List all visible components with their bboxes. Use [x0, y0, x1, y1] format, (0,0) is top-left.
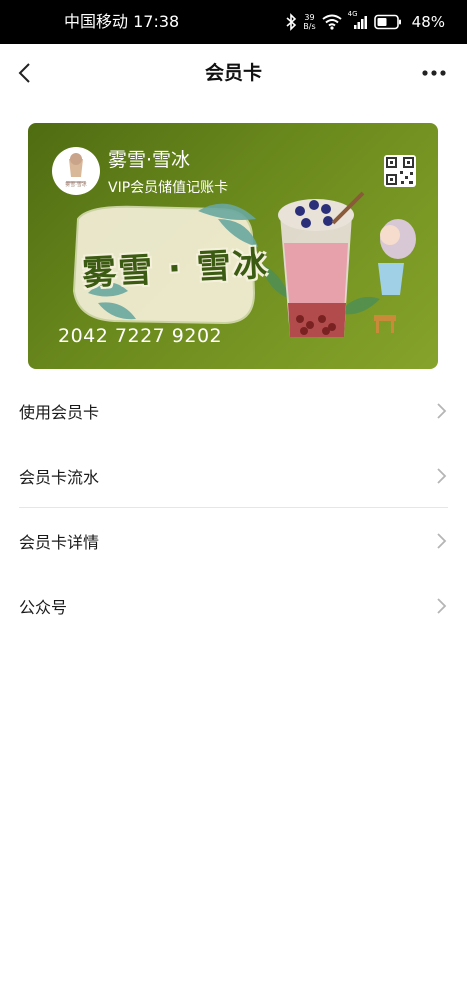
- brand-logo-text: 雾雪·雪冰: [65, 182, 87, 188]
- menu-item-use-card[interactable]: 使用会员卡: [0, 378, 467, 443]
- menu-item-label: 使用会员卡: [19, 402, 100, 422]
- net-speed: 39 B/s: [303, 13, 315, 31]
- status-icons: 39 B/s 4G 48%: [285, 0, 445, 44]
- member-menu: 使用会员卡 会员卡流水 会员卡详情 公众号: [0, 378, 467, 638]
- brand-logo: 雾雪·雪冰: [52, 147, 100, 195]
- back-button[interactable]: [10, 58, 38, 88]
- cell-signal-icon: 4G: [347, 10, 368, 32]
- menu-item-label: 会员卡详情: [19, 532, 100, 552]
- chevron-right-icon: [437, 598, 447, 614]
- battery-percent: 48%: [411, 13, 445, 31]
- card-number: 2042 7227 9202: [58, 325, 223, 347]
- chevron-right-icon: [437, 468, 447, 484]
- status-bar: 中国移动 17:38 39 B/s 4G 48%: [0, 0, 467, 44]
- carrier-time: 中国移动 17:38: [64, 12, 180, 31]
- net-speed-unit: B/s: [303, 22, 316, 31]
- menu-item-label: 公众号: [19, 597, 68, 617]
- card-type: VIP会员储值记账卡: [108, 180, 229, 196]
- chevron-right-icon: [437, 403, 447, 419]
- menu-item-label: 会员卡流水: [19, 467, 100, 487]
- page-title: 会员卡: [204, 62, 262, 84]
- chevron-right-icon: [437, 533, 447, 549]
- menu-divider: [19, 507, 448, 508]
- more-button[interactable]: [417, 58, 451, 88]
- more-dots-icon: [422, 70, 446, 76]
- menu-item-card-transactions[interactable]: 会员卡流水: [0, 443, 467, 508]
- wifi-icon: [322, 12, 342, 32]
- brand-name: 雾雪·雪冰: [108, 149, 191, 171]
- qr-code-icon[interactable]: [384, 155, 416, 187]
- membership-card[interactable]: 雾雪·雪冰 雾雪·雪冰 VIP会员储值记账卡 雾雪 · 雪冰 2042 7227…: [28, 123, 438, 369]
- bluetooth-icon: [285, 12, 297, 32]
- nav-bar: 会员卡: [0, 44, 467, 102]
- card-art-title: 雾雪 · 雪冰: [81, 244, 270, 294]
- menu-item-card-details[interactable]: 会员卡详情: [0, 508, 467, 573]
- back-chevron-icon: [18, 63, 30, 83]
- battery-icon: [373, 12, 402, 32]
- signal-label: 4G: [347, 10, 358, 18]
- net-speed-value: 39: [304, 13, 315, 22]
- menu-item-official-account[interactable]: 公众号: [0, 573, 467, 638]
